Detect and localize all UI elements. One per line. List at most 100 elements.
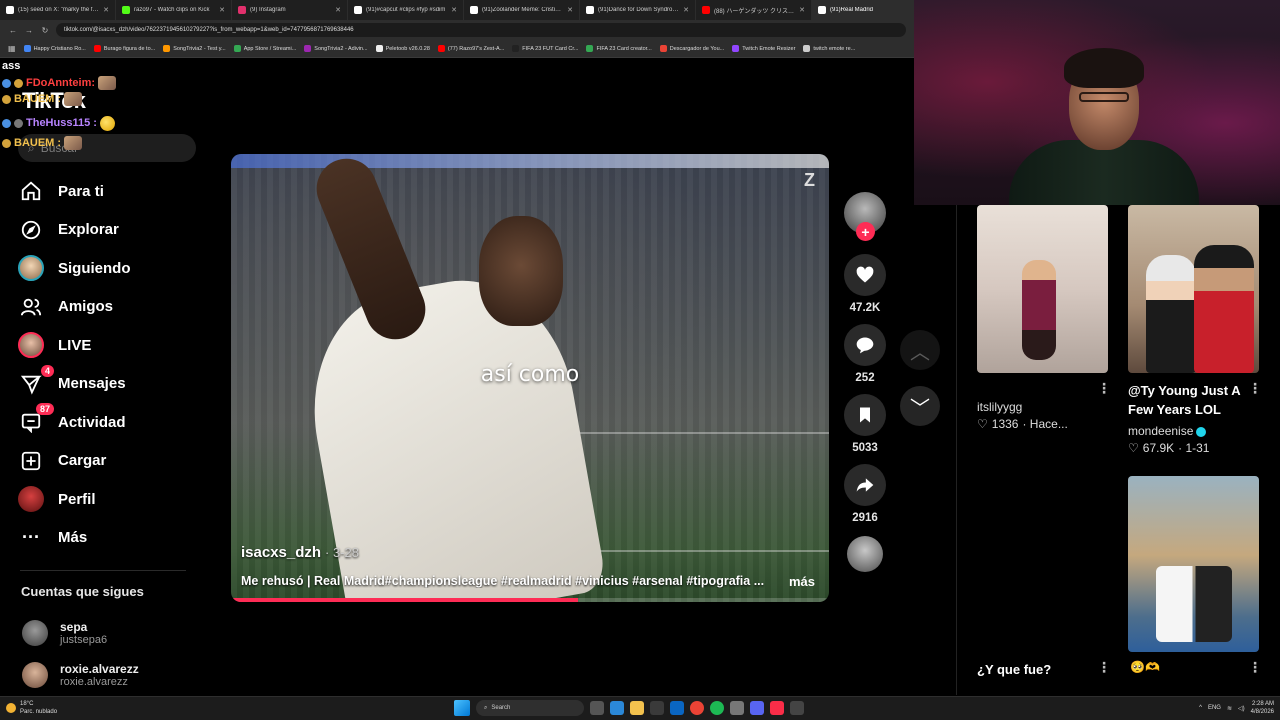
browser-tab[interactable]: (91)#capcut #clips #fyp #sdim ✕ <box>348 0 464 20</box>
bookmark-label: FIFA 23 FUT Card Cr... <box>522 45 579 52</box>
inbox-icon: 87 <box>18 403 54 435</box>
spotify-icon[interactable] <box>710 701 724 715</box>
more-button[interactable]: más <box>789 574 815 589</box>
bookmark-item[interactable]: twitch emote re... <box>803 45 855 52</box>
windows-start-icon[interactable] <box>454 700 470 716</box>
bookmark-item[interactable]: App Store / Streami... <box>233 45 296 52</box>
card-title[interactable]: @Ty Young Just A Few Years LOL <box>1128 381 1246 419</box>
close-icon[interactable]: ✕ <box>799 6 805 14</box>
apps-icon[interactable]: ▦ <box>8 44 16 53</box>
sidebar-item-siguiendo[interactable]: Siguiendo <box>18 249 198 288</box>
music-icon[interactable] <box>770 701 784 715</box>
forward-icon[interactable]: → <box>24 26 34 35</box>
clock-date: 4/8/2026 <box>1250 709 1274 715</box>
sidebar-item-mas[interactable]: ··· Más <box>18 519 198 558</box>
app-icon[interactable] <box>790 701 804 715</box>
like-button[interactable] <box>844 254 886 296</box>
close-icon[interactable]: ✕ <box>683 6 689 14</box>
taskbar-search[interactable]: ⌕ Search <box>476 700 584 716</box>
browser-tab[interactable]: razo97 - Watch clips on Kick ✕ <box>116 0 232 20</box>
feed-thumbnail[interactable] <box>1128 205 1259 373</box>
browser-tab[interactable]: (91)Real Madrid✕ <box>812 0 914 20</box>
bookmark-item[interactable]: FIFA 23 Card creator... <box>586 45 652 52</box>
next-video-button[interactable]: ﹀ <box>900 386 940 426</box>
browser-tab[interactable]: (88) ハーゲンダッツ クリスピーサンド ✕ <box>696 0 812 20</box>
chevron-up-icon[interactable]: ^ <box>1199 705 1202 711</box>
sidebar-item-mensajes[interactable]: 4 Mensajes <box>18 364 198 404</box>
save-button[interactable] <box>844 394 886 436</box>
video-player[interactable]: Z así como isacxs_dzh · 3-28 Me rehusó | … <box>231 154 829 602</box>
store-icon[interactable] <box>650 701 664 715</box>
sidebar-item-para-ti[interactable]: Para ti <box>18 172 198 211</box>
feed-thumbnail[interactable] <box>1128 476 1259 652</box>
bookmark-item[interactable]: Twitch Emote Resizer <box>732 45 795 52</box>
bookmark-favicon-icon <box>732 45 740 52</box>
sidebar-item-perfil[interactable]: Perfil <box>18 480 198 519</box>
bookmark-item[interactable]: Happy Cristiano Ro... <box>23 45 86 52</box>
close-icon[interactable]: ✕ <box>219 6 225 14</box>
bookmarks-bar: ▦ Happy Cristiano Ro... Burago figura de … <box>0 40 914 58</box>
video-progress-bar[interactable] <box>231 598 829 602</box>
search-icon: ⌕ <box>484 704 488 711</box>
url-field[interactable]: tiktok.com/@isacxs_dzh/video/76223719456… <box>56 23 906 37</box>
music-avatar[interactable] <box>847 536 883 572</box>
follow-button[interactable]: + <box>856 222 875 241</box>
mail-icon[interactable] <box>670 701 684 715</box>
video-author[interactable]: isacxs_dzh · 3-28 <box>241 544 359 561</box>
bookmark-item[interactable]: SongTrivia2 - Adivin... <box>304 45 368 52</box>
bookmark-item[interactable]: Burago figura de to... <box>93 45 155 52</box>
card-more-icon[interactable]: ⋮ <box>1097 380 1111 397</box>
creator-avatar[interactable]: + <box>844 192 886 241</box>
edge-icon[interactable] <box>610 701 624 715</box>
card-username[interactable]: itslilyygg <box>977 400 1022 414</box>
taskbar-search-label: Search <box>491 705 511 711</box>
wifi-icon[interactable]: ≋ <box>1227 705 1232 712</box>
following-item[interactable]: sepa justsepa6 <box>22 612 202 654</box>
close-icon[interactable]: ✕ <box>103 6 109 14</box>
close-icon[interactable]: ✕ <box>335 6 341 14</box>
share-button[interactable] <box>844 464 886 506</box>
volume-icon[interactable]: ◁) <box>1238 705 1245 712</box>
sidebar-nav: Para ti Explorar Siguiendo Amigos LIVE 4… <box>18 172 198 557</box>
task-view-icon[interactable] <box>590 701 604 715</box>
bookmark-item[interactable]: SongTrivia2 - Test y... <box>163 45 226 52</box>
chrome-icon[interactable] <box>690 701 704 715</box>
browser-tab[interactable]: (15) seed on X: "marky the first" ✕ <box>0 0 116 20</box>
close-icon[interactable]: ✕ <box>451 6 457 14</box>
browser-tab[interactable]: (91)Dance for Down Syndrome ✕ <box>580 0 696 20</box>
author-name[interactable]: isacxs_dzh <box>241 544 321 561</box>
bookmark-item[interactable]: Peletoob v26.0.28 <box>375 45 430 52</box>
bookmark-item[interactable]: Descargador de You... <box>659 45 724 52</box>
tab-title: (91)Real Madrid <box>830 7 874 13</box>
obs-icon[interactable] <box>730 701 744 715</box>
weather-widget[interactable]: 18°C Parc. nublado <box>6 700 57 716</box>
lang-indicator[interactable]: ENG <box>1208 705 1221 711</box>
chat-username: BAUEM : <box>14 137 62 149</box>
reload-icon[interactable]: ↻ <box>40 26 50 35</box>
card-more-icon[interactable]: ⋮ <box>1248 380 1262 397</box>
clock[interactable]: 2:28 AM 4/8/2026 <box>1251 700 1274 716</box>
card-title[interactable]: ¿Y que fue? <box>977 660 1051 679</box>
card-more-icon[interactable]: ⋮ <box>1248 659 1262 676</box>
card-more-icon[interactable]: ⋮ <box>1097 659 1111 676</box>
comment-button[interactable] <box>844 324 886 366</box>
bookmark-item[interactable]: FIFA 23 FUT Card Cr... <box>512 45 578 52</box>
sidebar-item-live[interactable]: LIVE <box>18 326 198 365</box>
discord-icon[interactable] <box>750 701 764 715</box>
previous-video-button[interactable]: ︿ <box>900 330 940 370</box>
feed-thumbnail[interactable] <box>977 205 1108 373</box>
file-explorer-icon[interactable] <box>630 701 644 715</box>
back-icon[interactable]: ← <box>8 26 18 35</box>
following-item[interactable]: roxie.alvarezz roxie.alvarezz <box>22 654 202 696</box>
sidebar-item-amigos[interactable]: Amigos <box>18 288 198 327</box>
save-count: 5033 <box>852 442 878 454</box>
browser-tab[interactable]: (9) Instagram ✕ <box>232 0 348 20</box>
sidebar-item-cargar[interactable]: Cargar <box>18 442 198 481</box>
card-username[interactable]: mondeenise <box>1128 424 1207 438</box>
sidebar-item-explorar[interactable]: Explorar <box>18 211 198 250</box>
close-icon[interactable]: ✕ <box>567 6 573 14</box>
browser-tab[interactable]: (91)Zoolander Meme: Cristiano ✕ <box>464 0 580 20</box>
bookmark-item[interactable]: (77) Razo97's Zest-A... <box>437 45 504 52</box>
following-name: sepa <box>60 620 88 634</box>
sidebar-item-actividad[interactable]: 87 Actividad <box>18 403 198 442</box>
